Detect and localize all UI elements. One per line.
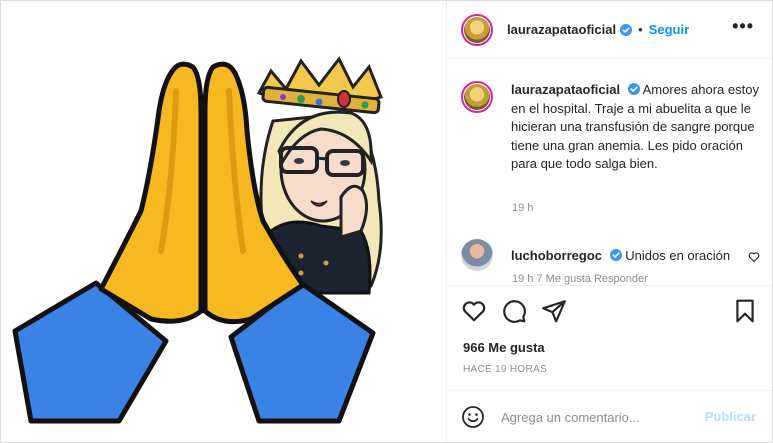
comment-icon[interactable] — [501, 298, 527, 324]
caption-timestamp[interactable]: 19 h — [512, 202, 533, 214]
comments-section[interactable]: laurazapataoficial Amores ahora estoy en… — [447, 59, 772, 285]
post-image[interactable] — [1, 1, 447, 442]
post-header: laurazapataoficial • Seguir ••• — [447, 1, 772, 59]
commenter-username[interactable]: luchoborregoc — [511, 248, 602, 263]
caption-username[interactable]: laurazapataoficial — [511, 82, 620, 97]
comment-input[interactable] — [501, 409, 691, 425]
action-icons — [461, 298, 567, 324]
verified-icon — [609, 248, 622, 261]
author-avatar[interactable] — [461, 13, 493, 46]
post-caption: laurazapataoficial Amores ahora estoy en… — [461, 81, 761, 174]
caption-text-block: laurazapataoficial Amores ahora estoy en… — [511, 81, 761, 174]
more-options-icon[interactable]: ••• — [732, 17, 754, 35]
likes-count[interactable]: 966 Me gusta — [463, 340, 545, 355]
verified-icon — [627, 83, 640, 95]
emoji-icon[interactable] — [461, 405, 485, 429]
separator-dot: • — [638, 22, 643, 37]
comment-text: Unidos en oración — [625, 247, 731, 263]
comment-text-block: luchoborregoc Unidos en oración — [511, 248, 730, 263]
author-username[interactable]: laurazapataoficial — [507, 22, 616, 37]
comment-meta[interactable]: 19 h 7 Me gusta Responder — [512, 273, 648, 285]
bookmark-icon[interactable] — [732, 298, 758, 324]
praying-hands-bitmoji-illustration — [12, 56, 383, 424]
comment-item: luchoborregoc Unidos en oración — [461, 239, 730, 271]
caption-author-avatar[interactable] — [461, 81, 493, 113]
follow-button[interactable]: Seguir — [649, 22, 689, 37]
post-side-panel: laurazapataoficial • Seguir ••• laurazap… — [447, 1, 772, 442]
instagram-post: laurazapataoficial • Seguir ••• laurazap… — [0, 0, 773, 443]
commenter-avatar[interactable] — [461, 239, 493, 271]
heart-icon[interactable] — [461, 298, 487, 324]
share-icon[interactable] — [541, 298, 567, 324]
comment-like-heart-icon[interactable] — [748, 251, 760, 263]
post-timestamp[interactable]: HACE 19 HORAS — [463, 364, 547, 375]
verified-icon — [620, 23, 633, 36]
add-comment-bar: Publicar — [447, 390, 772, 443]
post-actions: 966 Me gusta HACE 19 HORAS Publicar — [447, 285, 772, 442]
publish-button[interactable]: Publicar — [705, 409, 756, 424]
